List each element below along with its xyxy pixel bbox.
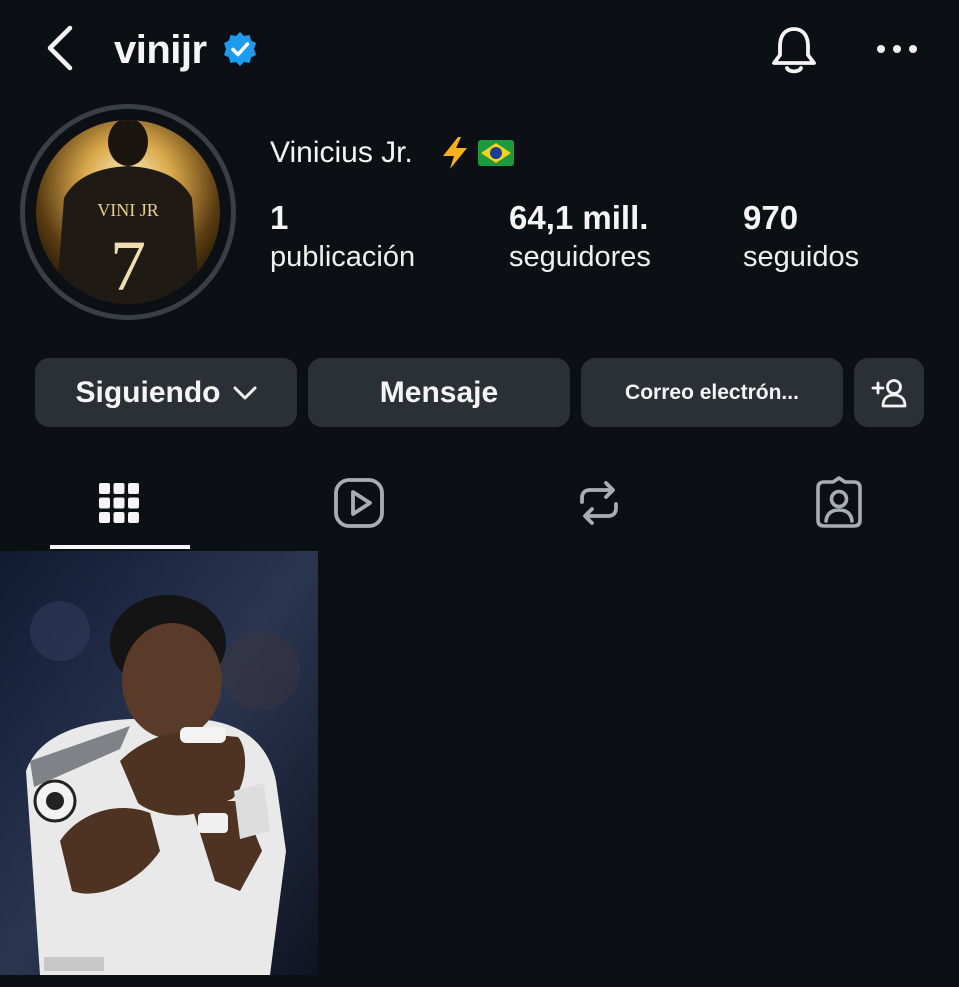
message-button[interactable]: Mensaje (308, 358, 570, 427)
stat-posts-label: publicación (270, 241, 416, 273)
stat-followers-count: 64,1 mill. (509, 199, 649, 236)
verified-badge-icon (222, 31, 258, 67)
active-tab-indicator (50, 545, 190, 549)
grid-icon (99, 483, 139, 523)
tab-reels[interactable] (332, 476, 386, 530)
tab-reposts[interactable] (572, 476, 626, 530)
post-thumbnail[interactable] (0, 551, 318, 975)
avatar[interactable]: VINI JR 7 (36, 120, 220, 304)
following-button[interactable]: Siguiendo (35, 358, 297, 427)
stat-following-label: seguidos (743, 241, 860, 273)
back-button[interactable] (40, 24, 84, 72)
bell-icon (772, 27, 816, 74)
more-horizontal-icon (877, 45, 917, 53)
add-user-button[interactable] (854, 358, 924, 427)
avatar-number: 7 (110, 226, 146, 304)
stat-followers[interactable]: 64,1 mill. seguidores (509, 198, 651, 276)
profile-username: vinijr (114, 28, 207, 72)
chevron-down-icon (233, 386, 256, 399)
lightning-icon (443, 137, 467, 169)
name-emojis (440, 134, 514, 172)
stat-posts-count: 1 (270, 199, 289, 236)
stat-followers-label: seguidores (509, 241, 651, 273)
reposts-icon (580, 481, 618, 525)
following-button-label: Siguiendo (75, 375, 221, 409)
email-button[interactable]: Correo electrón... (581, 358, 843, 427)
tagged-icon (816, 476, 862, 528)
notifications-button[interactable] (768, 24, 820, 76)
brazil-flag-icon (478, 140, 514, 166)
stat-following-count: 970 (743, 199, 799, 236)
add-user-icon (871, 378, 907, 407)
chevron-left-icon (47, 25, 73, 71)
avatar-caption: VINI JR (97, 200, 159, 220)
tab-posts-grid[interactable] (92, 476, 146, 530)
stat-following[interactable]: 970 seguidos (743, 198, 859, 276)
profile-full-name: Vinicius Jr. (270, 136, 413, 169)
more-options-button[interactable] (876, 40, 918, 58)
stat-posts[interactable]: 1 publicación (270, 198, 415, 276)
tab-tagged[interactable] (812, 476, 866, 530)
reels-icon (334, 478, 384, 528)
